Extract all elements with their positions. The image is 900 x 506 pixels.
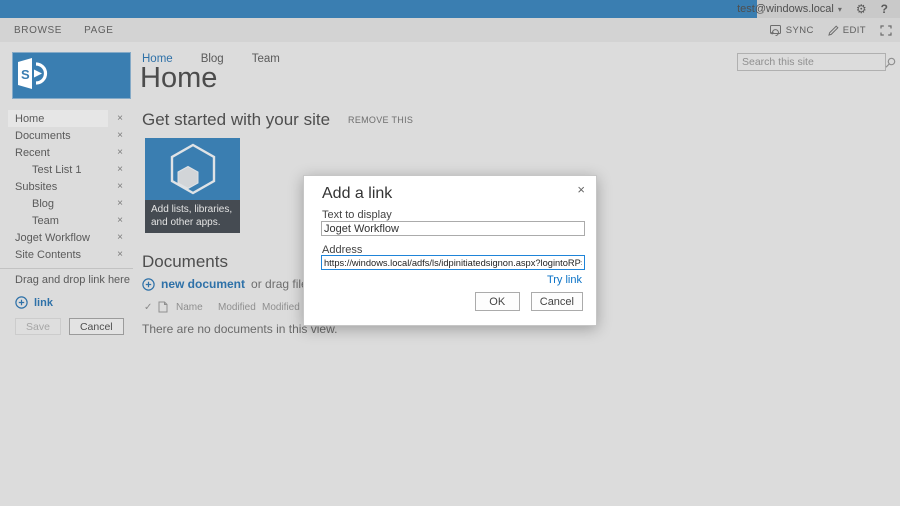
close-icon[interactable]: × xyxy=(117,212,123,229)
save-button[interactable]: Save xyxy=(15,318,61,335)
plus-circle-icon xyxy=(15,296,28,309)
gear-icon[interactable]: ⚙ xyxy=(856,3,867,15)
close-icon[interactable]: × xyxy=(117,246,123,263)
search-input[interactable] xyxy=(738,56,881,68)
sharepoint-page: test@windows.local ▾ ⚙ ? BROWSE PAGE SYN… xyxy=(0,0,900,506)
close-icon[interactable]: × xyxy=(117,144,123,161)
text-to-display-label: Text to display xyxy=(322,209,392,221)
close-icon[interactable]: × xyxy=(117,127,123,144)
documents-table-header: ✓ Name Modified Modified By xyxy=(144,301,314,313)
add-link-dialog: Add a link × Text to display Address Try… xyxy=(303,175,597,326)
suite-bar-right: test@windows.local ▾ ⚙ ? xyxy=(737,0,900,18)
sidebar-item-joget-workflow[interactable]: Joget Workflow× xyxy=(0,229,133,246)
add-apps-tile[interactable]: Add lists, libraries, and other apps. xyxy=(145,138,240,233)
tab-page[interactable]: PAGE xyxy=(84,25,113,36)
ribbon-bar: BROWSE PAGE SYNC EDIT xyxy=(0,18,900,42)
getting-started-header: Get started with your site REMOVE THIS xyxy=(142,110,413,130)
focus-mode-button[interactable] xyxy=(880,25,892,36)
edit-button[interactable]: EDIT xyxy=(828,25,866,36)
dialog-close-icon[interactable]: × xyxy=(577,182,585,197)
add-link-label: link xyxy=(34,297,53,309)
suite-bar-brand-area xyxy=(0,0,757,18)
column-header-name[interactable]: Name xyxy=(176,302,218,313)
fullscreen-icon xyxy=(880,25,892,36)
topnav-team[interactable]: Team xyxy=(252,53,280,65)
chevron-down-icon: ▾ xyxy=(838,5,842,14)
hexagon-icon xyxy=(145,138,240,200)
sidebar-item-subsites[interactable]: Subsites× xyxy=(0,178,133,195)
try-link-button[interactable]: Try link xyxy=(547,274,582,286)
ribbon-tabs: BROWSE PAGE xyxy=(14,18,114,42)
site-logo[interactable]: S xyxy=(12,52,131,99)
close-icon[interactable]: × xyxy=(117,178,123,195)
sharepoint-logo-icon: S xyxy=(13,53,59,93)
sidebar-item-home[interactable]: Home× xyxy=(0,110,133,127)
getting-started-title: Get started with your site xyxy=(142,110,330,130)
cancel-button[interactable]: Cancel xyxy=(69,318,124,335)
documents-section-title: Documents xyxy=(142,252,228,272)
sidebar-item-test-list-1[interactable]: Test List 1× xyxy=(0,161,133,178)
address-field[interactable] xyxy=(321,255,585,270)
sidebar-item-team[interactable]: Team× xyxy=(0,212,133,229)
sync-label: SYNC xyxy=(786,25,814,36)
close-icon[interactable]: × xyxy=(117,229,123,246)
sidebar-item-blog[interactable]: Blog× xyxy=(0,195,133,212)
user-name: test@windows.local xyxy=(737,3,834,15)
drag-drop-hint: Drag and drop link here xyxy=(0,269,133,286)
sync-icon xyxy=(769,24,782,36)
sync-button[interactable]: SYNC xyxy=(769,24,814,36)
sidebar-edit-buttons: Save Cancel xyxy=(0,309,133,335)
dialog-buttons: OK Cancel xyxy=(475,292,583,311)
pencil-icon xyxy=(828,25,839,36)
file-type-icon xyxy=(158,301,176,313)
ribbon-right-commands: SYNC EDIT xyxy=(769,18,892,42)
tab-browse[interactable]: BROWSE xyxy=(14,25,62,36)
help-button[interactable]: ? xyxy=(881,2,888,16)
page-title: Home xyxy=(140,62,217,95)
sidebar-item-site-contents[interactable]: Site Contents× xyxy=(0,246,133,263)
dialog-cancel-button[interactable]: Cancel xyxy=(531,292,583,311)
sidebar-item-recent[interactable]: Recent× xyxy=(0,144,133,161)
ok-button[interactable]: OK xyxy=(475,292,520,311)
plus-circle-icon xyxy=(142,278,155,291)
sidebar-item-documents[interactable]: Documents× xyxy=(0,127,133,144)
new-document-link[interactable]: new document xyxy=(161,277,245,291)
edit-label: EDIT xyxy=(843,25,866,36)
search-box xyxy=(737,53,886,71)
column-header-modified[interactable]: Modified xyxy=(218,302,262,313)
close-icon[interactable]: × xyxy=(117,195,123,212)
select-all-check-icon[interactable]: ✓ xyxy=(144,302,158,313)
dialog-title: Add a link xyxy=(322,185,392,203)
suite-bar: test@windows.local ▾ ⚙ ? xyxy=(0,0,900,18)
close-icon[interactable]: × xyxy=(117,110,123,127)
user-menu[interactable]: test@windows.local ▾ xyxy=(737,3,842,15)
quick-launch-sidebar: Home× Documents× Recent× Test List 1× Su… xyxy=(0,110,133,335)
close-icon[interactable]: × xyxy=(117,161,123,178)
text-to-display-field[interactable] xyxy=(321,221,585,236)
remove-this-link[interactable]: REMOVE THIS xyxy=(348,115,413,125)
search-icon[interactable] xyxy=(881,57,900,68)
tile-caption: Add lists, libraries, and other apps. xyxy=(145,200,240,233)
svg-text:S: S xyxy=(21,67,30,82)
add-link-button[interactable]: link xyxy=(0,286,133,309)
